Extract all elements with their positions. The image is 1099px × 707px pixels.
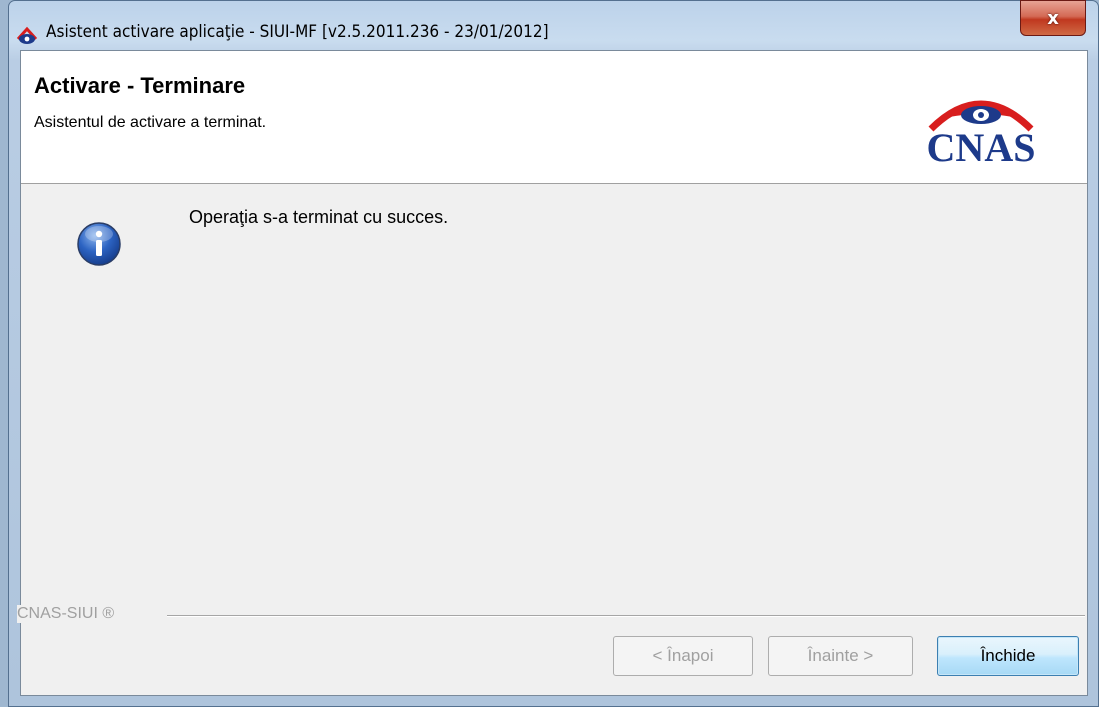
app-window: Asistent activare aplicaţie - SIUI-MF [v… [0, 0, 1099, 707]
app-icon [16, 26, 38, 44]
close-icon: x [1047, 7, 1059, 29]
title-bar[interactable]: Asistent activare aplicaţie - SIUI-MF [v… [8, 4, 1091, 44]
window-title: Asistent activare aplicaţie - SIUI-MF [v… [46, 22, 549, 42]
footer-divider [167, 615, 1085, 617]
status-message: Operaţia s-a terminat cu succes. [189, 207, 449, 227]
next-button[interactable]: Înainte > [768, 636, 913, 676]
cnas-logo: CNAS [927, 100, 1036, 165]
logo-text: CNAS [927, 125, 1036, 165]
page-title: Activare - Terminare [34, 73, 246, 98]
page-subtitle: Asistentul de activare a terminat. [34, 114, 267, 131]
back-button[interactable]: < Înapoi [613, 636, 753, 676]
info-icon [77, 222, 121, 266]
close-button[interactable]: Închide [937, 636, 1079, 676]
wizard-header: Activare - Terminare Asistentul de activ… [21, 51, 1087, 184]
window-close-button[interactable]: x [1020, 0, 1086, 36]
footer-brand: CNAS-SIUI ® [17, 605, 125, 623]
wizard-panel: Activare - Terminare Asistentul de activ… [17, 50, 1088, 696]
